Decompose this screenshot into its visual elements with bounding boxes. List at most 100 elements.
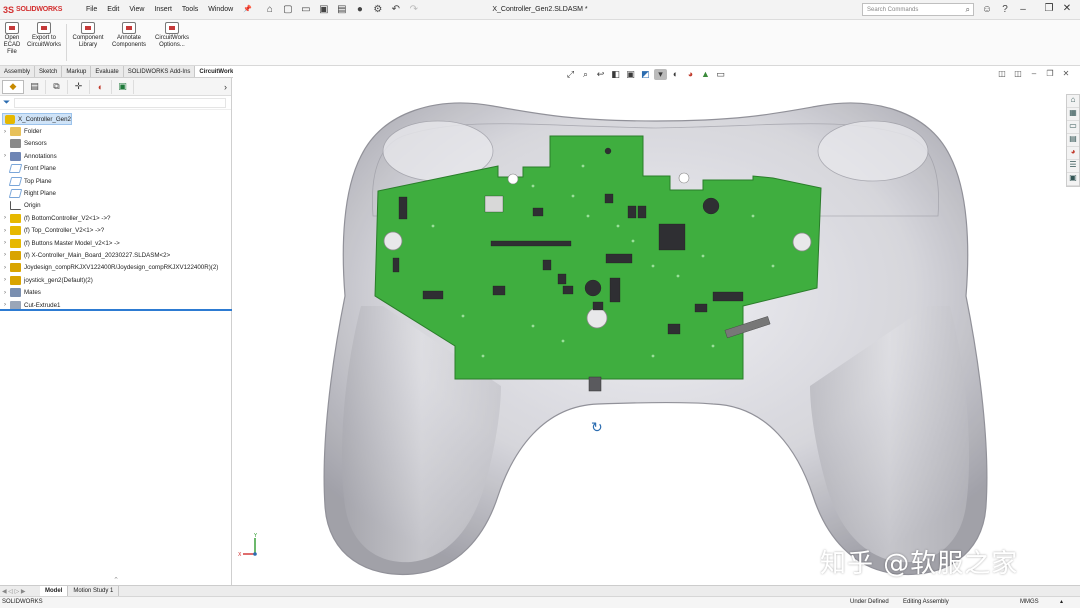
part-icon <box>10 238 21 248</box>
tab-motion-study-1[interactable]: Motion Study 1 <box>68 585 120 597</box>
ds-logo-mark: 3S <box>3 4 15 15</box>
expand-arrow-icon[interactable]: › <box>0 129 10 135</box>
tree-item[interactable]: Right Plane <box>0 187 231 199</box>
tab-markup[interactable]: Markup <box>62 66 92 77</box>
restore-icon[interactable]: ❐ <box>1040 2 1058 16</box>
display-manager-tab-icon[interactable]: ◐ <box>90 79 112 94</box>
status-definition: Under Defined <box>850 599 889 605</box>
pin-icon[interactable]: 📌 <box>238 0 257 20</box>
manager-tabs: ◆ ▤ ⧉ ✛ ◐ ▣ › <box>0 78 231 96</box>
menu-edit[interactable]: Edit <box>102 0 124 20</box>
menu-insert[interactable]: Insert <box>149 0 177 20</box>
status-mode: Editing Assembly <box>903 599 949 605</box>
annotate-components-button[interactable]: Annotate Components <box>107 20 151 65</box>
tab-sketch[interactable]: Sketch <box>35 66 63 77</box>
tree-item[interactable]: › joystick_gen2(Default)(2) <box>0 274 231 286</box>
tab-evaluate[interactable]: Evaluate <box>91 66 124 77</box>
status-bar: SOLIDWORKS Under Defined Editing Assembl… <box>0 596 1080 608</box>
tree-item[interactable]: Sensors <box>0 138 231 150</box>
panel-expand-chevron-icon[interactable]: › <box>224 82 227 92</box>
tree-rollback-divider[interactable] <box>0 309 232 311</box>
user-account-icon[interactable]: ☺ <box>978 3 996 16</box>
expand-arrow-icon[interactable]: › <box>0 252 10 258</box>
tree-item[interactable]: › Mates <box>0 286 231 298</box>
tab-model[interactable]: Model <box>40 585 69 597</box>
home-icon[interactable]: ⌂ <box>264 4 276 16</box>
circuitworks-tab-icon[interactable]: ▣ <box>112 79 134 94</box>
app-name: SOLIDWORKS <box>16 6 63 13</box>
tree-item-label: (f) BottomController_V2<1> ->? <box>24 214 111 222</box>
right-bumper[interactable] <box>817 120 929 182</box>
expand-arrow-icon[interactable]: › <box>0 228 10 234</box>
open-folder-icon[interactable]: ▭ <box>300 4 312 16</box>
property-manager-tab-icon[interactable]: ▤ <box>24 79 46 94</box>
expand-arrow-icon[interactable]: › <box>0 240 10 246</box>
tree-item-label: Annotations <box>24 152 57 160</box>
solidworks-window: 3S SOLIDWORKS File Edit View Insert Tool… <box>0 0 1080 608</box>
status-expand-icon[interactable]: ▴ <box>1060 597 1063 608</box>
pcb-mount-hole <box>586 307 608 329</box>
tree-item[interactable]: › Joydesign_compRKJXV122400R/Joydesign_co… <box>0 262 231 274</box>
tab-nav-arrows-icon[interactable]: ◀ ◁ ▷ ▶ <box>0 588 40 595</box>
feature-manager-tab-icon[interactable]: ◆ <box>2 79 24 94</box>
mates-icon <box>10 288 21 298</box>
menu-view[interactable]: View <box>124 0 149 20</box>
expand-arrow-icon[interactable]: › <box>0 277 10 283</box>
circuitworks-options-icon <box>165 22 179 34</box>
tree-item[interactable]: › Annotations <box>0 150 231 162</box>
status-units[interactable]: MMGS <box>1020 597 1039 608</box>
expand-arrow-icon[interactable]: › <box>0 153 10 159</box>
dimxpert-manager-tab-icon[interactable]: ✛ <box>68 79 90 94</box>
controller-model[interactable]: ↻ <box>233 66 1080 585</box>
options-gear-icon[interactable]: ⚙ <box>372 4 384 16</box>
tree-item[interactable]: › (f) BottomController_V2<1> ->? <box>0 212 231 224</box>
tree-item[interactable]: › Folder <box>0 125 231 137</box>
search-commands-input[interactable]: Search Commands ⌕ <box>862 3 974 16</box>
configuration-manager-tab-icon[interactable]: ⧉ <box>46 79 68 94</box>
expand-arrow-icon[interactable]: › <box>0 290 10 296</box>
title-right-icons: ☺ ? – <box>978 3 1032 16</box>
tree-item-label: Right Plane <box>24 190 56 198</box>
save-icon[interactable]: ▣ <box>318 4 330 16</box>
open-ecad-file-button[interactable]: Open ECAD File <box>0 20 24 65</box>
traffic-light-icon[interactable]: ● <box>354 4 366 16</box>
tree-item[interactable]: › (f) Top_Controller_V2<1> ->? <box>0 225 231 237</box>
quick-access-toolbar: ⌂ ▢ ▭ ▣ ▤ ● ⚙ ↶ ↷ <box>261 4 423 16</box>
panel-resize-handle[interactable]: ⌃ <box>0 577 232 585</box>
component-library-button[interactable]: Component Library <box>69 20 107 65</box>
tree-item[interactable]: › (f) Buttons Master Model_v2<1> -> <box>0 237 231 249</box>
expand-arrow-icon[interactable]: › <box>0 215 10 221</box>
print-icon[interactable]: ▤ <box>336 4 348 16</box>
tree-filter-input[interactable] <box>14 97 227 108</box>
help-icon[interactable]: ? <box>996 3 1014 16</box>
tree-item-label: Front Plane <box>24 165 56 173</box>
menu-window[interactable]: Window <box>203 0 238 20</box>
tree-item-label: Joydesign_compRKJXV122400R/Joydesign_com… <box>24 264 219 272</box>
expand-arrow-icon[interactable]: › <box>0 302 10 308</box>
tab-solidworks-addins[interactable]: SOLIDWORKS Add-Ins <box>124 66 196 77</box>
undo-icon[interactable]: ↶ <box>390 4 402 16</box>
close-icon[interactable]: ✕ <box>1058 2 1076 16</box>
solidworks-logo[interactable]: 3S SOLIDWORKS <box>3 5 71 15</box>
new-document-icon[interactable]: ▢ <box>282 4 294 16</box>
filter-funnel-icon[interactable]: ⏷ <box>3 97 10 108</box>
minimize-icon[interactable]: – <box>1014 3 1032 16</box>
search-icon[interactable]: ⌕ <box>966 5 970 15</box>
tree-item[interactable]: Front Plane <box>0 163 231 175</box>
tree-item[interactable]: Top Plane <box>0 175 231 187</box>
expand-arrow-icon[interactable]: › <box>0 265 10 271</box>
svg-text:X: X <box>238 552 242 558</box>
circuitworks-options-button[interactable]: CircuitWorks Options... <box>151 20 193 65</box>
graphics-area[interactable]: ⤢ ⌕ ↩ ◧ ▣ ◩ ▾ ◐ ◕ ▲ ▭ ◫ ◫ – ❐ ✕ ⌂ ▦ ▭ ▤ … <box>233 66 1080 585</box>
tab-assembly[interactable]: Assembly <box>0 66 36 77</box>
tree-item-label: Top Plane <box>24 177 52 185</box>
export-circuitworks-label: Export to CircuitWorks <box>27 35 61 48</box>
tree-root-assembly[interactable]: X_Controller_Gen2 <box>2 113 72 126</box>
export-to-circuitworks-button[interactable]: Export to CircuitWorks <box>24 20 64 65</box>
redo-icon[interactable]: ↷ <box>408 4 420 16</box>
menu-file[interactable]: File <box>81 0 102 20</box>
tree-item[interactable]: › (f) X-Controller_Main_Board_20230227.SL… <box>0 249 231 261</box>
tree-item[interactable]: Origin <box>0 200 231 212</box>
menu-tools[interactable]: Tools <box>177 0 203 20</box>
tree-item-label: (f) Top_Controller_V2<1> ->? <box>24 227 105 235</box>
